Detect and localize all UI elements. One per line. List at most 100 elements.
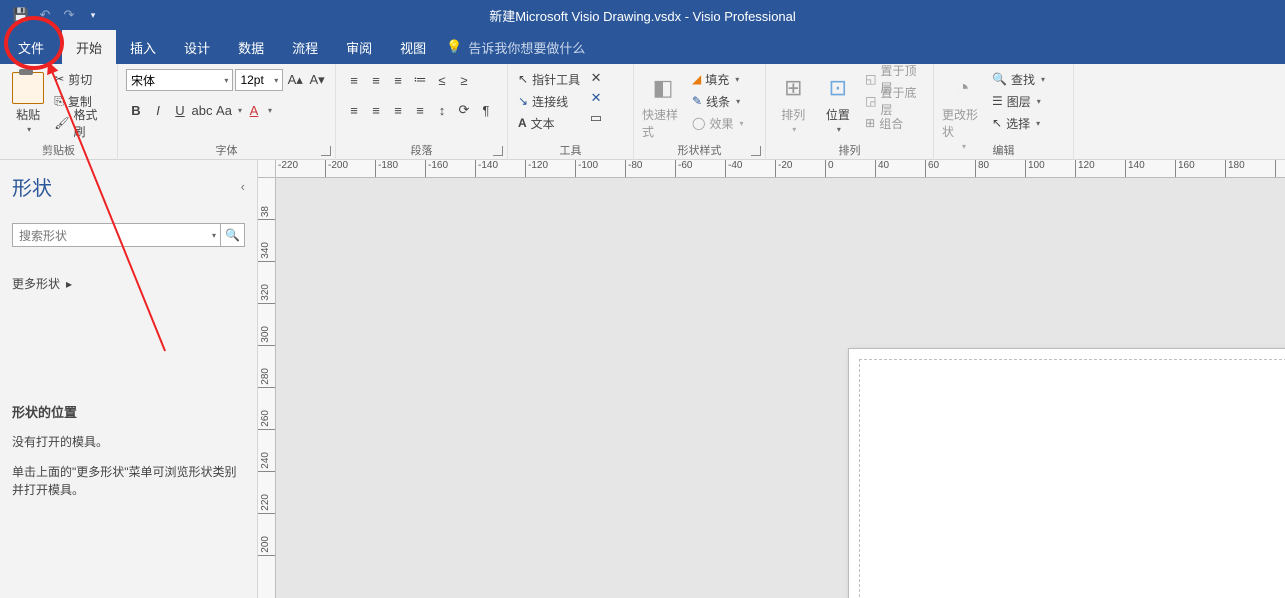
decrease-indent-icon[interactable]: ≤ xyxy=(432,70,452,90)
position-button[interactable]: ⊡ 位置▾ xyxy=(819,68,858,134)
ruler-tick: 140 xyxy=(1126,160,1176,177)
italic-button[interactable]: I xyxy=(148,100,168,120)
search-icon[interactable]: 🔍 xyxy=(220,223,244,247)
line-spacing-icon[interactable]: ↕ xyxy=(432,100,452,120)
tab-insert[interactable]: 插入 xyxy=(116,30,170,64)
bullets-icon[interactable]: ≔ xyxy=(410,70,430,90)
ruler-tick: 260 xyxy=(258,388,275,430)
dropdown-icon[interactable]: ▾ xyxy=(268,106,272,115)
undo-icon[interactable]: ↶ xyxy=(34,4,56,26)
save-icon[interactable]: 💾 xyxy=(10,4,32,26)
effects-button[interactable]: ◯效果▾ xyxy=(690,112,745,134)
format-painter-button[interactable]: 🖌格式刷 xyxy=(52,112,109,134)
text-tool-button[interactable]: A文本 xyxy=(516,112,582,134)
redo-icon[interactable]: ↷ xyxy=(58,4,80,26)
workspace: 形状 ‹ 搜索形状 ▾ 🔍 更多形状 ▸ 形状的位置 没有打开的模具。 单击上面… xyxy=(0,160,1285,598)
ruler-tick: -140 xyxy=(476,160,526,177)
select-icon: ↖ xyxy=(992,116,1002,130)
qat-dropdown-icon[interactable]: ▾ xyxy=(82,4,104,26)
title-bar: 💾 ↶ ↷ ▾ 新建Microsoft Visio Drawing.vsdx -… xyxy=(0,0,1285,30)
search-input[interactable]: 搜索形状 xyxy=(13,227,206,244)
group-label: 排列 xyxy=(766,142,933,158)
connection-point-icon[interactable]: ✕ xyxy=(586,88,606,108)
bold-button[interactable]: B xyxy=(126,100,146,120)
align-middle-icon[interactable]: ≡ xyxy=(366,70,386,90)
rotate-text-icon[interactable]: ⟳ xyxy=(454,100,474,120)
shapes-pane-title: 形状 ‹ xyxy=(12,172,245,201)
cut-button[interactable]: ✂剪切 xyxy=(52,68,109,90)
more-shapes-menu[interactable]: 更多形状 ▸ xyxy=(12,275,245,292)
ruler-tick: -120 xyxy=(526,160,576,177)
arrange-icon: ⊞ xyxy=(777,72,809,104)
shape-search[interactable]: 搜索形状 ▾ 🔍 xyxy=(12,223,245,247)
strike-button[interactable]: abc xyxy=(192,100,212,120)
connector-button[interactable]: ↘连接线 xyxy=(516,90,582,112)
select-button[interactable]: ↖选择▾ xyxy=(990,112,1047,134)
bring-front-icon: ◱ xyxy=(865,72,876,86)
tab-data[interactable]: 数据 xyxy=(224,30,278,64)
text-direction-icon[interactable]: ¶ xyxy=(476,100,496,120)
ruler-tick: 60 xyxy=(926,160,976,177)
dialog-launcher[interactable] xyxy=(751,146,761,156)
dialog-launcher[interactable] xyxy=(321,146,331,156)
arrange-button[interactable]: ⊞ 排列▾ xyxy=(774,68,813,134)
ruler-tick: 120 xyxy=(1076,160,1126,177)
layers-icon: ☰ xyxy=(992,94,1003,108)
brush-icon: 🖌 xyxy=(54,116,69,130)
paste-button[interactable]: 粘贴 ▾ xyxy=(8,68,48,134)
collapse-icon[interactable]: ‹ xyxy=(241,179,245,194)
pointer-tool-button[interactable]: ↖指针工具 xyxy=(516,68,582,90)
tab-process[interactable]: 流程 xyxy=(278,30,332,64)
text-case-button[interactable]: Aa xyxy=(214,100,234,120)
underline-button[interactable]: U xyxy=(170,100,190,120)
bucket-icon: ◢ xyxy=(692,72,701,86)
tab-view[interactable]: 视图 xyxy=(386,30,440,64)
ruler-tick: -80 xyxy=(626,160,676,177)
justify-icon[interactable]: ≡ xyxy=(410,100,430,120)
align-left-icon[interactable]: ≡ xyxy=(344,100,364,120)
font-name-select[interactable]: 宋体▾ xyxy=(126,69,233,91)
paste-label: 粘贴 xyxy=(16,106,40,123)
quick-styles-button[interactable]: ◧ 快速样式 xyxy=(642,68,684,140)
chevron-right-icon: ▸ xyxy=(66,277,72,291)
tab-review[interactable]: 审阅 xyxy=(332,30,386,64)
rectangle-tool-icon[interactable]: ▭ xyxy=(586,108,606,128)
ruler-tick: 240 xyxy=(258,430,275,472)
dropdown-icon[interactable]: ▾ xyxy=(208,231,220,240)
align-bottom-icon[interactable]: ≡ xyxy=(388,70,408,90)
group-icon: ⊞ xyxy=(865,116,875,130)
ruler-tick: 200 xyxy=(258,514,275,556)
align-center-icon[interactable]: ≡ xyxy=(366,100,386,120)
find-button[interactable]: 🔍查找▾ xyxy=(990,68,1047,90)
line-button[interactable]: ✎线条▾ xyxy=(690,90,745,112)
tab-home[interactable]: 开始 xyxy=(62,30,116,64)
ruler-tick: 100 xyxy=(1026,160,1076,177)
fill-button[interactable]: ◢填充▾ xyxy=(690,68,745,90)
drawing-canvas[interactable] xyxy=(276,178,1285,598)
crop-icon[interactable]: ✕ xyxy=(586,68,606,88)
layers-button[interactable]: ☰图层▾ xyxy=(990,90,1047,112)
align-right-icon[interactable]: ≡ xyxy=(388,100,408,120)
watermark: 吾爱破解论坛 www.52pojie.cn xyxy=(1193,558,1277,592)
tell-me-search[interactable]: 💡 告诉我你想要做什么 xyxy=(446,38,585,57)
group-button[interactable]: ⊞组合 xyxy=(863,112,925,134)
position-icon: ⊡ xyxy=(822,72,854,104)
increase-indent-icon[interactable]: ≥ xyxy=(454,70,474,90)
ribbon-tabs: 文件 开始 插入 设计 数据 流程 审阅 视图 💡 告诉我你想要做什么 xyxy=(0,30,1285,64)
font-color-button[interactable]: A xyxy=(244,100,264,120)
ruler-tick: -200 xyxy=(326,160,376,177)
connector-icon: ↘ xyxy=(518,94,528,108)
dropdown-icon[interactable]: ▾ xyxy=(238,106,242,115)
tab-design[interactable]: 设计 xyxy=(170,30,224,64)
align-top-icon[interactable]: ≡ xyxy=(344,70,364,90)
font-size-select[interactable]: 12pt▾ xyxy=(235,69,283,91)
ruler-tick: 300 xyxy=(258,304,275,346)
ruler-tick: -180 xyxy=(376,160,426,177)
quick-styles-label: 快速样式 xyxy=(642,106,684,140)
shrink-font-icon[interactable]: A▾ xyxy=(307,70,327,90)
dialog-launcher[interactable] xyxy=(493,146,503,156)
send-back-button[interactable]: ◲置于底层 xyxy=(863,90,925,112)
change-shape-button[interactable]: ◔ 更改形状▾ xyxy=(942,68,984,151)
ruler-tick: 220 xyxy=(258,472,275,514)
grow-font-icon[interactable]: A▴ xyxy=(285,70,305,90)
